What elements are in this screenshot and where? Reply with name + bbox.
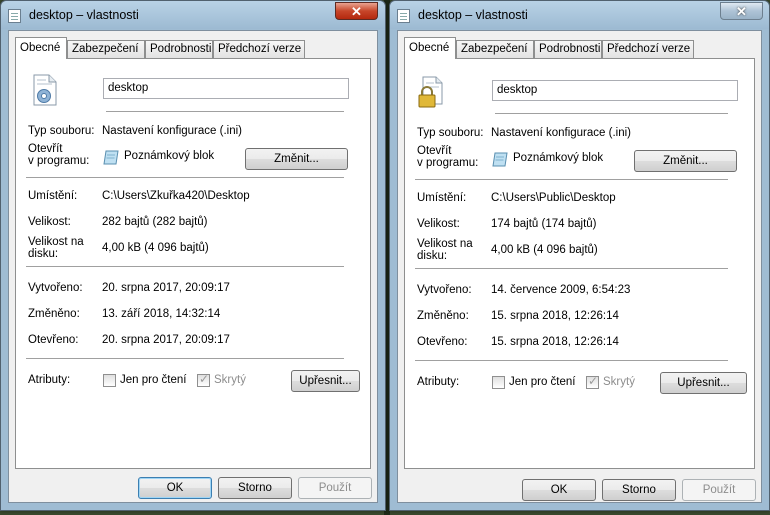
tab-details[interactable]: Podrobnosti [534, 40, 602, 58]
hidden-label: Skrytý [214, 374, 246, 386]
window-title: desktop – vlastnosti [418, 8, 528, 22]
title-bar[interactable]: desktop – vlastnosti ✕ [390, 1, 769, 29]
size-value: 282 bajtů (282 bajtů) [102, 216, 208, 228]
apply-button[interactable]: Použít [298, 477, 372, 499]
readonly-label: Jen pro čtení [509, 376, 576, 388]
close-button[interactable]: ✕ [335, 2, 378, 20]
size-value: 174 bajtů (174 bajtů) [491, 218, 597, 230]
file-type-value: Nastavení konfigurace (.ini) [102, 125, 242, 137]
separator [415, 268, 728, 270]
tab-details[interactable]: Podrobnosti [145, 40, 213, 58]
file-name-input[interactable]: desktop [492, 80, 738, 101]
opens-with-value: Poznámkový blok [513, 152, 604, 164]
location-label: Umístění: [28, 190, 78, 202]
window-title: desktop – vlastnosti [29, 8, 139, 22]
separator [26, 266, 344, 268]
properties-window-2: desktop – vlastnosti ✕ Obecné Zabezpečen… [389, 0, 770, 511]
tab-general[interactable]: Obecné [15, 37, 67, 59]
size-on-disk-label: Velikost na [28, 236, 84, 248]
hidden-checkbox[interactable] [197, 372, 210, 387]
window-file-icon [397, 9, 410, 23]
advanced-button[interactable]: Upřesnit... [660, 372, 747, 394]
created-label: Vytvořeno: [28, 282, 83, 294]
general-panel: desktop Typ souboru: Nastavení konfigura… [404, 58, 755, 469]
file-type-value: Nastavení konfigurace (.ini) [491, 127, 631, 139]
modified-label: Změněno: [28, 308, 80, 320]
accessed-label: Otevřeno: [28, 334, 79, 346]
tab-previous-versions[interactable]: Předchozí verze [213, 40, 305, 58]
title-bar[interactable]: desktop – vlastnosti ✕ [1, 1, 385, 29]
location-label: Umístění: [417, 192, 467, 204]
accessed-value: 20. srpna 2017, 20:09:17 [102, 334, 230, 346]
readonly-label: Jen pro čtení [120, 374, 187, 386]
size-on-disk-value: 4,00 kB (4 096 bajtů) [491, 244, 598, 256]
size-on-disk-label-line2: disku: [28, 248, 59, 260]
dialog-client: Obecné Zabezpečení Podrobnosti Předchozí… [8, 30, 378, 503]
separator [415, 360, 728, 362]
opens-with-value: Poznámkový blok [124, 150, 215, 162]
tab-security[interactable]: Zabezpečení [456, 40, 534, 58]
created-value: 20. srpna 2017, 20:09:17 [102, 282, 230, 294]
size-label: Velikost: [28, 216, 71, 228]
ok-button[interactable]: OK [138, 477, 212, 499]
apply-button[interactable]: Použít [682, 479, 756, 501]
separator [415, 179, 728, 181]
created-label: Vytvořeno: [417, 284, 472, 296]
file-type-label: Typ souboru: [417, 127, 484, 139]
created-value: 14. července 2009, 6:54:23 [491, 284, 631, 296]
opens-with-label-line2: v programu: [417, 157, 479, 169]
attributes-label: Atributy: [28, 374, 71, 386]
tab-general[interactable]: Obecné [404, 37, 456, 59]
readonly-checkbox[interactable] [103, 374, 116, 387]
cancel-button[interactable]: Storno [602, 479, 676, 501]
separator [106, 111, 344, 113]
opens-with-label-line2: v programu: [28, 155, 90, 167]
size-on-disk-label: Velikost na [417, 238, 473, 250]
advanced-button[interactable]: Upřesnit... [291, 370, 360, 392]
file-name-input[interactable]: desktop [103, 78, 349, 99]
close-button[interactable]: ✕ [720, 2, 763, 20]
cancel-button[interactable]: Storno [218, 477, 292, 499]
locked-file-icon [418, 76, 443, 108]
notepad-icon [103, 150, 119, 165]
general-panel: desktop Typ souboru: Nastavení konfigura… [15, 58, 371, 469]
hidden-label: Skrytý [603, 376, 635, 388]
readonly-checkbox[interactable] [492, 376, 505, 389]
attributes-label: Atributy: [417, 376, 460, 388]
size-label: Velikost: [417, 218, 460, 230]
opens-with-label: Otevřít [417, 145, 452, 157]
location-value: C:\Users\Zkuřka420\Desktop [102, 190, 250, 202]
properties-window-1: desktop – vlastnosti ✕ Obecné Zabezpečen… [0, 0, 386, 511]
separator [26, 177, 344, 179]
file-type-label: Typ souboru: [28, 125, 95, 137]
separator [495, 113, 728, 115]
tab-security[interactable]: Zabezpečení [67, 40, 145, 58]
tab-previous-versions[interactable]: Předchozí verze [602, 40, 694, 58]
hidden-checkbox[interactable] [586, 374, 599, 389]
modified-label: Změněno: [417, 310, 469, 322]
accessed-label: Otevřeno: [417, 336, 468, 348]
size-on-disk-value: 4,00 kB (4 096 bajtů) [102, 242, 209, 254]
size-on-disk-label-line2: disku: [417, 250, 448, 262]
separator [26, 358, 344, 360]
location-value: C:\Users\Public\Desktop [491, 192, 616, 204]
window-file-icon [8, 9, 21, 23]
opens-with-label: Otevřít [28, 143, 63, 155]
dialog-client: Obecné Zabezpečení Podrobnosti Předchozí… [397, 30, 762, 503]
modified-value: 13. září 2018, 14:32:14 [102, 308, 221, 320]
change-program-button[interactable]: Změnit... [634, 150, 737, 172]
modified-value: 15. srpna 2018, 12:26:14 [491, 310, 619, 322]
ok-button[interactable]: OK [522, 479, 596, 501]
change-program-button[interactable]: Změnit... [245, 148, 348, 170]
config-file-gear-icon [33, 74, 57, 106]
accessed-value: 15. srpna 2018, 12:26:14 [491, 336, 619, 348]
notepad-icon [492, 152, 508, 167]
